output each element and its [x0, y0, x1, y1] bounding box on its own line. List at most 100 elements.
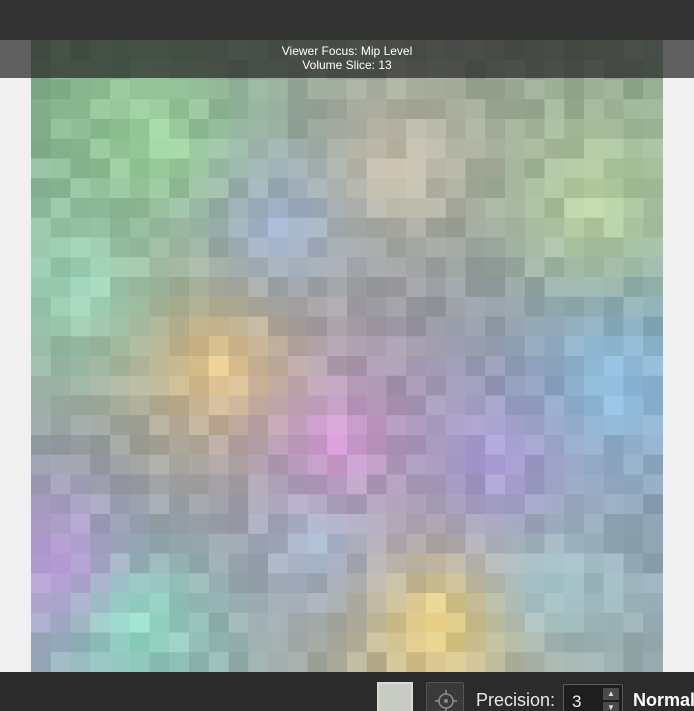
texture-pixel — [366, 553, 388, 574]
focus-button[interactable] — [426, 682, 464, 711]
texture-pixel — [70, 178, 91, 199]
texture-pixel — [603, 474, 625, 495]
display-mode-label[interactable]: Normal — [633, 690, 694, 711]
texture-pixel — [268, 553, 289, 574]
texture-pixel — [70, 336, 91, 357]
texture-pixel — [465, 356, 486, 377]
texture-pixel — [169, 119, 190, 140]
texture-pixel — [307, 217, 328, 239]
texture-pixel — [189, 375, 210, 397]
texture-pixel — [90, 632, 111, 653]
texture-pixel — [169, 158, 190, 179]
texture-pixel — [366, 277, 388, 298]
texture-pixel — [366, 237, 388, 258]
texture-pixel — [406, 237, 427, 258]
texture-pixel — [287, 573, 309, 594]
texture-pixel — [149, 375, 170, 397]
texture-pixel — [445, 138, 467, 160]
texture-pixel — [248, 138, 269, 160]
texture-pixel — [208, 99, 230, 120]
texture-pixel — [485, 375, 506, 397]
precision-spinbox[interactable]: 3 ▲ ▼ — [563, 684, 623, 711]
texture-pixel — [584, 237, 605, 258]
texture-pixel — [327, 454, 348, 476]
color-swatch[interactable] — [377, 682, 413, 711]
texture-pixel — [31, 514, 52, 535]
spin-up-icon[interactable]: ▲ — [603, 688, 619, 700]
texture-pixel — [90, 395, 111, 416]
texture-pixel — [643, 178, 663, 199]
spin-down-icon[interactable]: ▼ — [603, 702, 619, 711]
texture-pixel — [149, 217, 170, 239]
texture-pixel — [110, 316, 131, 337]
texture-pixel — [327, 533, 348, 555]
texture-pixel — [584, 632, 605, 653]
texture-pixel — [110, 99, 131, 120]
texture-pixel — [643, 237, 663, 258]
texture-pixel — [287, 533, 309, 555]
texture-pixel — [465, 336, 486, 357]
texture-pixel — [90, 99, 111, 120]
texture-pixel — [347, 533, 368, 555]
texture-pixel — [327, 494, 348, 515]
texture-pixel — [544, 435, 565, 456]
texture-pixel — [307, 514, 328, 535]
texture-pixel — [643, 612, 663, 634]
texture-pixel — [327, 553, 348, 574]
texture-pixel — [505, 474, 526, 495]
texture-pixel — [307, 533, 328, 555]
texture-pixel — [485, 296, 506, 318]
texture-pixel — [149, 395, 170, 416]
texture-pixel — [426, 435, 447, 456]
texture-pixel — [347, 652, 368, 672]
texture-pixel — [90, 474, 111, 495]
texture-pixel — [643, 652, 663, 672]
texture-pixel — [623, 356, 644, 377]
texture-pixel — [426, 415, 447, 436]
texture-pixel — [248, 217, 269, 239]
texture-pixel — [169, 316, 190, 337]
texture-pixel — [564, 593, 585, 614]
texture-pixel — [465, 494, 486, 515]
texture-pixel — [248, 474, 269, 495]
texture-pixel — [110, 514, 131, 535]
texture-pixel — [445, 336, 467, 357]
texture-pixel — [623, 178, 644, 199]
texture-pixel — [70, 198, 91, 219]
texture-pixel — [584, 296, 605, 318]
texture-pixel — [347, 237, 368, 258]
texture-pixel — [287, 435, 309, 456]
texture-pixel — [90, 652, 111, 672]
texture-preview[interactable] — [31, 40, 663, 672]
texture-pixel — [406, 573, 427, 594]
texture-pixel — [31, 178, 52, 199]
texture-pixel — [31, 158, 52, 179]
texture-pixel — [406, 217, 427, 239]
texture-pixel — [169, 514, 190, 535]
texture-pixel — [623, 336, 644, 357]
precision-spin-buttons[interactable]: ▲ ▼ — [603, 688, 619, 711]
texture-pixel — [70, 277, 91, 298]
texture-pixel — [603, 612, 625, 634]
texture-pixel — [129, 316, 151, 337]
texture-pixel — [129, 415, 151, 436]
texture-pixel — [307, 296, 328, 318]
texture-pixel — [347, 395, 368, 416]
texture-pixel — [564, 257, 585, 278]
texture-pixel — [50, 652, 72, 672]
texture-pixel — [50, 336, 72, 357]
texture-pixel — [584, 612, 605, 634]
texture-pixel — [505, 217, 526, 239]
texture-pixel — [189, 573, 210, 594]
precision-value[interactable]: 3 — [572, 692, 581, 711]
texture-pixel — [544, 612, 565, 634]
texture-pixel — [327, 415, 348, 436]
texture-pixel — [129, 296, 151, 318]
texture-pixel — [149, 632, 170, 653]
texture-pixel — [564, 375, 585, 397]
texture-pixel — [287, 474, 309, 495]
texture-pixel — [347, 178, 368, 199]
texture-pixel — [386, 612, 407, 634]
texture-pixel — [643, 395, 663, 416]
texture-pixel — [268, 514, 289, 535]
